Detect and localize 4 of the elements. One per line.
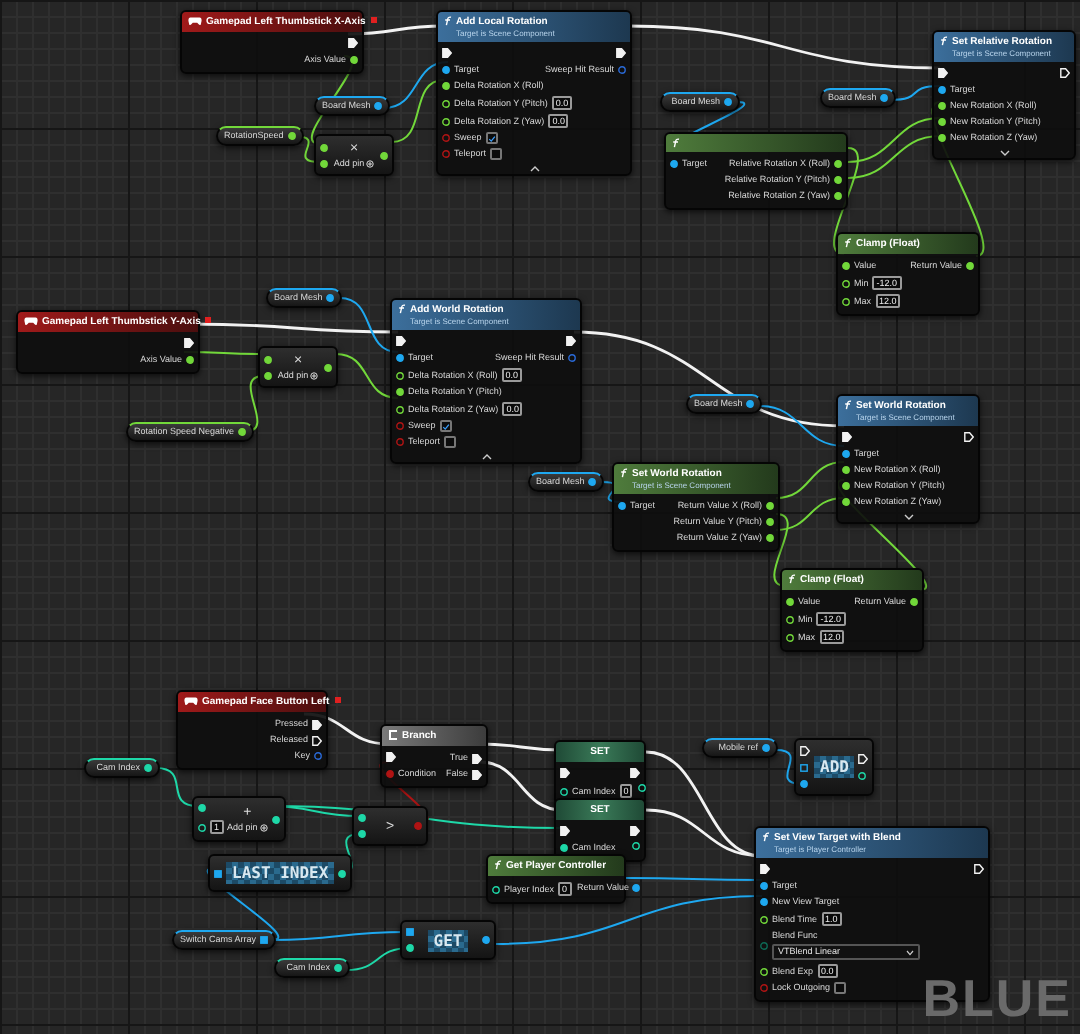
graph-type-label: BLUE: [922, 968, 1072, 1030]
macro-label: LAST INDEX: [226, 862, 335, 884]
macro-label: GET: [427, 929, 469, 951]
macro-label: ADD: [814, 756, 855, 778]
